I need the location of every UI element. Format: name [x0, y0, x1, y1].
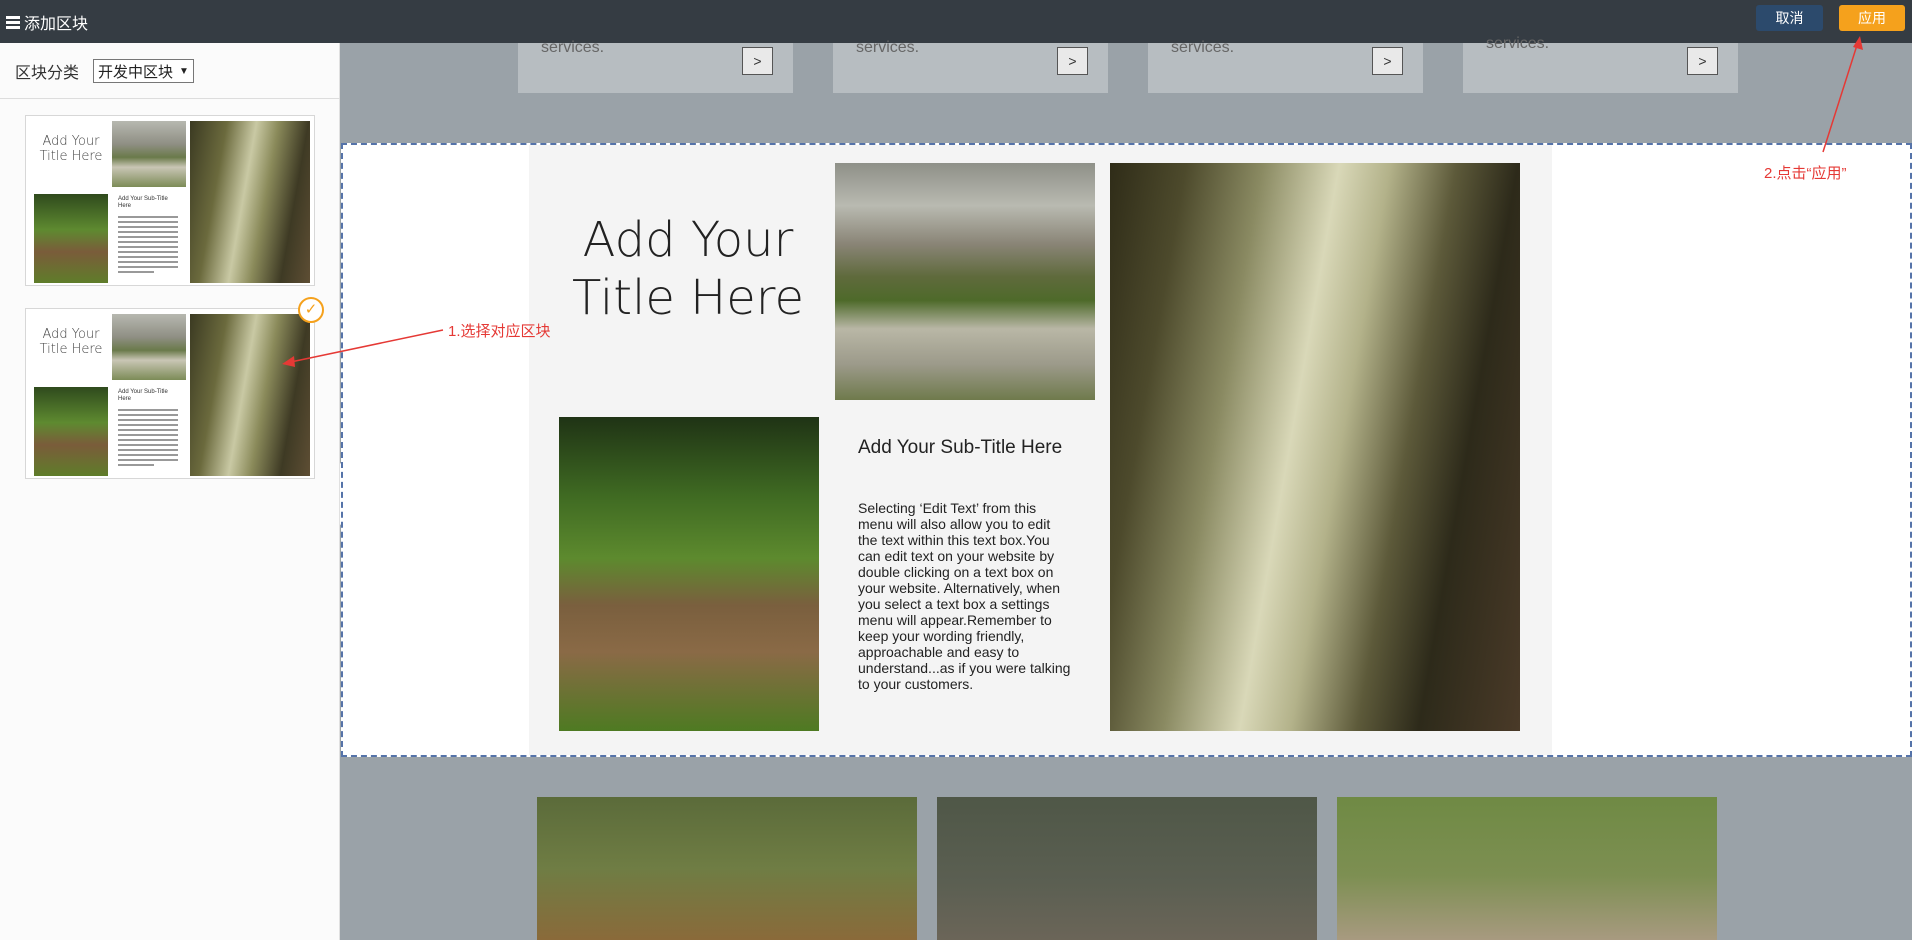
annotation-step1: 1.选择对应区块	[448, 323, 551, 340]
thumbnail-subtitle: Add Your Sub-Title Here	[118, 196, 168, 209]
apply-button[interactable]: 应用	[1839, 5, 1905, 31]
block-thumbnail-2[interactable]: Add Your Title Here Add Your Sub-Title H…	[25, 308, 315, 479]
forest-sunbeams-image	[190, 314, 310, 476]
dialog-title: 添加区块	[6, 10, 88, 34]
category-select[interactable]: 开发中区块 ▼	[93, 59, 194, 83]
category-label: 区块分类	[15, 65, 80, 82]
forest-sunbeams-image	[190, 121, 310, 283]
forest-path-image	[34, 194, 108, 283]
thumbnail-title: Add Your Title Here	[39, 134, 103, 164]
thumbnail-subtitle: Add Your Sub-Title Here	[118, 389, 168, 402]
annotation-step2: 2.点击“应用”	[1764, 165, 1847, 182]
thumbnail-body-lines	[118, 409, 178, 469]
selected-check-icon: ✓	[298, 297, 324, 323]
lake-mountain-image	[112, 121, 186, 187]
card-arrow-button[interactable]: >	[742, 47, 773, 75]
sidebar-divider	[0, 98, 340, 99]
dropdown-caret-icon: ▼	[179, 65, 189, 77]
thumbnail-body-lines	[118, 216, 178, 276]
card-arrow-button[interactable]: >	[1057, 47, 1088, 75]
arrow-to-apply	[1822, 41, 1859, 153]
rubber-duck-image	[937, 797, 1317, 940]
block-subtitle: Add Your Sub-Title Here	[858, 437, 1063, 458]
top-bar: 添加区块 取消 应用	[0, 0, 1912, 43]
category-row: 区块分类 开发中区块 ▼	[15, 59, 194, 83]
forest-path-image	[559, 417, 819, 731]
dialog-title-text: 添加区块	[24, 16, 89, 33]
service-card: services. >	[1463, 35, 1738, 93]
card-arrow-button[interactable]: >	[1372, 47, 1403, 75]
card-text: services.	[856, 39, 920, 56]
service-card: services. >	[1148, 39, 1423, 93]
list-icon	[6, 16, 20, 29]
teddy-bear-image	[537, 797, 917, 940]
category-select-value: 开发中区块	[98, 63, 174, 81]
selected-block[interactable]: Add Your Title Here Add Your Sub-Title H…	[341, 143, 1912, 757]
card-text: services.	[541, 39, 605, 56]
block-thumbnail-1[interactable]: Add Your Title Here Add Your Sub-Title H…	[25, 115, 315, 286]
service-card: services. >	[833, 39, 1108, 93]
block-sidebar: 区块分类 开发中区块 ▼ Add Your Title Here Add You…	[0, 43, 340, 940]
card-arrow-button[interactable]: >	[1687, 47, 1718, 75]
plush-dog-image	[1337, 797, 1717, 940]
lake-mountain-image	[112, 314, 186, 380]
card-text: services.	[1171, 39, 1235, 56]
service-card: services. >	[518, 39, 793, 93]
cancel-button[interactable]: 取消	[1756, 5, 1823, 31]
forest-path-image	[34, 387, 108, 476]
card-text: services.	[1486, 35, 1550, 52]
thumbnail-title: Add Your Title Here	[39, 327, 103, 357]
forest-sunbeams-image	[1110, 163, 1520, 731]
lake-mountain-image	[835, 163, 1095, 400]
block-body-text: Selecting ‘Edit Text’ from this menu wil…	[858, 500, 1071, 692]
block-title: Add Your Title Here	[572, 212, 804, 326]
